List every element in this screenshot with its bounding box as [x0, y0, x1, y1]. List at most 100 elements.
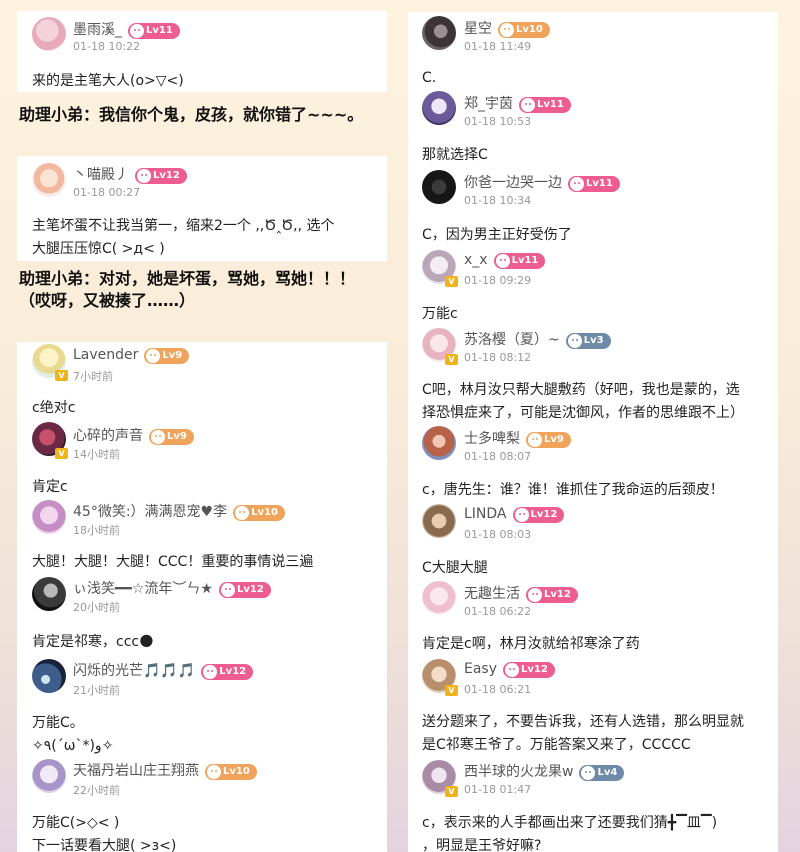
username[interactable]: 你爸一边哭一边 Lv11 — [464, 172, 620, 192]
level-badge: Lv12 — [135, 168, 187, 184]
comment-text: 万能c — [422, 306, 458, 322]
timestamp: 01-18 08:07 — [464, 450, 532, 463]
username[interactable]: 45°微笑:）满满恩宠♥李 Lv10 — [73, 501, 285, 521]
avatar[interactable]: V — [422, 659, 458, 696]
comment-text: 主笔坏蛋不让我当第一，缩来2一个 ,,Ծ‸Ծ,, 选个 — [32, 218, 335, 234]
username[interactable]: x_x Lv11 — [464, 252, 546, 269]
level-badge: Lv9 — [149, 429, 194, 445]
comment-text: ✧٩(ˊωˋ*)و✧ — [32, 738, 114, 754]
level-badge: Lv10 — [205, 764, 257, 780]
comment-card-1: 墨雨溪_ Lv11 01-18 10:22 来的是主笔大人(o>▽<) — [17, 11, 387, 92]
avatar[interactable] — [32, 659, 66, 693]
comment-text: 来的是主笔大人(o>▽<) — [32, 73, 184, 89]
username[interactable]: LINDA Lv12 — [464, 506, 565, 523]
avatar[interactable]: V — [32, 422, 68, 459]
avatar[interactable]: V — [422, 328, 458, 365]
timestamp: 01-18 09:29 — [464, 274, 532, 287]
level-badge: Lv4 — [579, 765, 625, 781]
level-badge: Lv10 — [233, 505, 285, 521]
timestamp: 21小时前 — [73, 684, 120, 697]
timestamp: 01-18 01:47 — [464, 783, 532, 796]
username[interactable]: 苏洛樱（夏）~ Lv3 — [464, 329, 611, 349]
comment-thread-right: 星空 Lv10 01-18 11:49 C. 郑_宇茵 Lv11 01-18 10:… — [408, 12, 778, 852]
comment-text: C吧，林月汝只帮大腿敷药（好吧，我也是蒙的，选 — [422, 382, 740, 398]
level-badge: Lv10 — [498, 22, 550, 38]
comment-text: C. — [422, 70, 437, 86]
timestamp: 01-18 10:53 — [464, 115, 532, 128]
timestamp: 01-18 06:21 — [464, 683, 532, 696]
avatar[interactable] — [422, 426, 456, 460]
username[interactable]: ぃ浅笑━━☆流年︶ㄣ★ Lv12 — [73, 578, 271, 598]
timestamp: 01-18 10:22 — [73, 40, 141, 53]
level-badge: Lv12 — [526, 587, 578, 603]
timestamp: 01-18 08:12 — [464, 351, 532, 364]
avatar[interactable] — [32, 163, 66, 197]
avatar[interactable] — [32, 759, 66, 793]
level-badge: Lv12 — [503, 662, 555, 678]
comment-text: c，表示来的人手都画出来了还要我们猜╋▔皿▔) — [422, 815, 718, 831]
timestamp: 01-18 08:03 — [464, 528, 532, 541]
username[interactable]: 无趣生活 Lv12 — [464, 583, 578, 603]
assistant-note: 助理小弟：我信你个鬼，皮孩，就你错了~~~。 — [19, 105, 364, 124]
timestamp: 20小时前 — [73, 601, 120, 614]
vip-badge: V — [445, 685, 458, 696]
avatar[interactable] — [422, 91, 456, 125]
level-badge: Lv12 — [218, 582, 271, 598]
avatar[interactable]: V — [422, 250, 458, 287]
comment-text: 择恐惧症来了，可能是沈御风，作者的思维跟不上） — [422, 405, 744, 421]
username[interactable]: 士多啤梨 Lv9 — [464, 428, 571, 448]
timestamp: 18小时前 — [73, 524, 120, 537]
avatar[interactable]: V — [32, 344, 68, 381]
username[interactable]: 天福丹岩山庄王翔燕 Lv10 — [73, 760, 257, 780]
username[interactable]: 心碎的声音 Lv9 — [73, 425, 194, 445]
level-badge: Lv12 — [512, 507, 565, 523]
username[interactable]: 郑_宇茵 Lv11 — [464, 93, 571, 113]
level-badge: Lv11 — [568, 176, 620, 192]
avatar[interactable] — [32, 500, 66, 534]
username[interactable]: Lavender Lv9 — [73, 347, 190, 364]
vip-badge: V — [55, 448, 68, 459]
avatar[interactable] — [32, 17, 66, 51]
comment-text: 下一话要看大腿( >з<) — [32, 838, 177, 852]
comment-text: 那就选择C — [422, 147, 488, 163]
timestamp: 7小时前 — [73, 370, 113, 383]
comment-text: 肯定是c啊，林月汝就给祁寒涂了药 — [422, 636, 640, 652]
comment-text: 肯定是祁寒，ccc🌑 — [32, 634, 154, 650]
timestamp: 14小时前 — [73, 448, 120, 461]
comment-text: ，明显是王爷好嘛? — [422, 838, 542, 852]
username[interactable]: 西半球的火龙果w Lv4 — [464, 761, 625, 781]
comment-text: c绝对c — [32, 400, 76, 416]
vip-badge: V — [55, 370, 68, 381]
comment-text: 是C祁寒王爷了。万能答案又来了，CCCCC — [422, 737, 691, 753]
username[interactable]: Easy Lv12 — [464, 661, 555, 678]
avatar[interactable]: V — [422, 760, 458, 797]
timestamp: 01-18 06:22 — [464, 605, 532, 618]
avatar[interactable] — [422, 16, 456, 50]
username[interactable]: 墨雨溪_ Lv11 — [73, 19, 180, 39]
vip-badge: V — [445, 276, 458, 287]
level-badge: Lv12 — [201, 664, 254, 680]
level-badge: Lv11 — [128, 23, 180, 39]
vip-badge: V — [445, 354, 458, 365]
comment-text: 大腿！大腿！大腿！CCC！重要的事情说三遍 — [32, 554, 314, 570]
username[interactable]: 丶喵殿丿 Lv12 — [73, 164, 187, 184]
comment-text: 送分题来了，不要告诉我，还有人选错，那么明显就 — [422, 714, 744, 730]
username[interactable]: 星空 Lv10 — [464, 18, 550, 38]
level-badge: Lv9 — [144, 348, 190, 364]
comment-thread-left: V Lavender Lv9 7小时前 c绝对c V 心碎的声音 Lv9 14小时前… — [17, 342, 387, 852]
avatar[interactable] — [422, 170, 456, 204]
comment-text: 万能C(>◇< ) — [32, 815, 120, 831]
avatar[interactable] — [422, 504, 456, 538]
username[interactable]: 闪烁的光芒🎵🎵🎵 Lv12 — [73, 660, 254, 680]
timestamp: 22小时前 — [73, 784, 120, 797]
avatar[interactable] — [32, 577, 66, 611]
comment-text: 万能C。 — [32, 715, 84, 731]
comment-text: C，因为男主正好受伤了 — [422, 227, 572, 243]
level-badge: Lv9 — [526, 432, 571, 448]
timestamp: 01-18 10:34 — [464, 194, 532, 207]
comment-text: 大腿压压惊C( >д< ) — [32, 241, 165, 257]
comment-text: c，唐先生：谁？谁！谁抓住了我命运的后颈皮！ — [422, 482, 724, 498]
timestamp: 01-18 00:27 — [73, 186, 141, 199]
vip-badge: V — [445, 786, 458, 797]
avatar[interactable] — [422, 581, 456, 615]
